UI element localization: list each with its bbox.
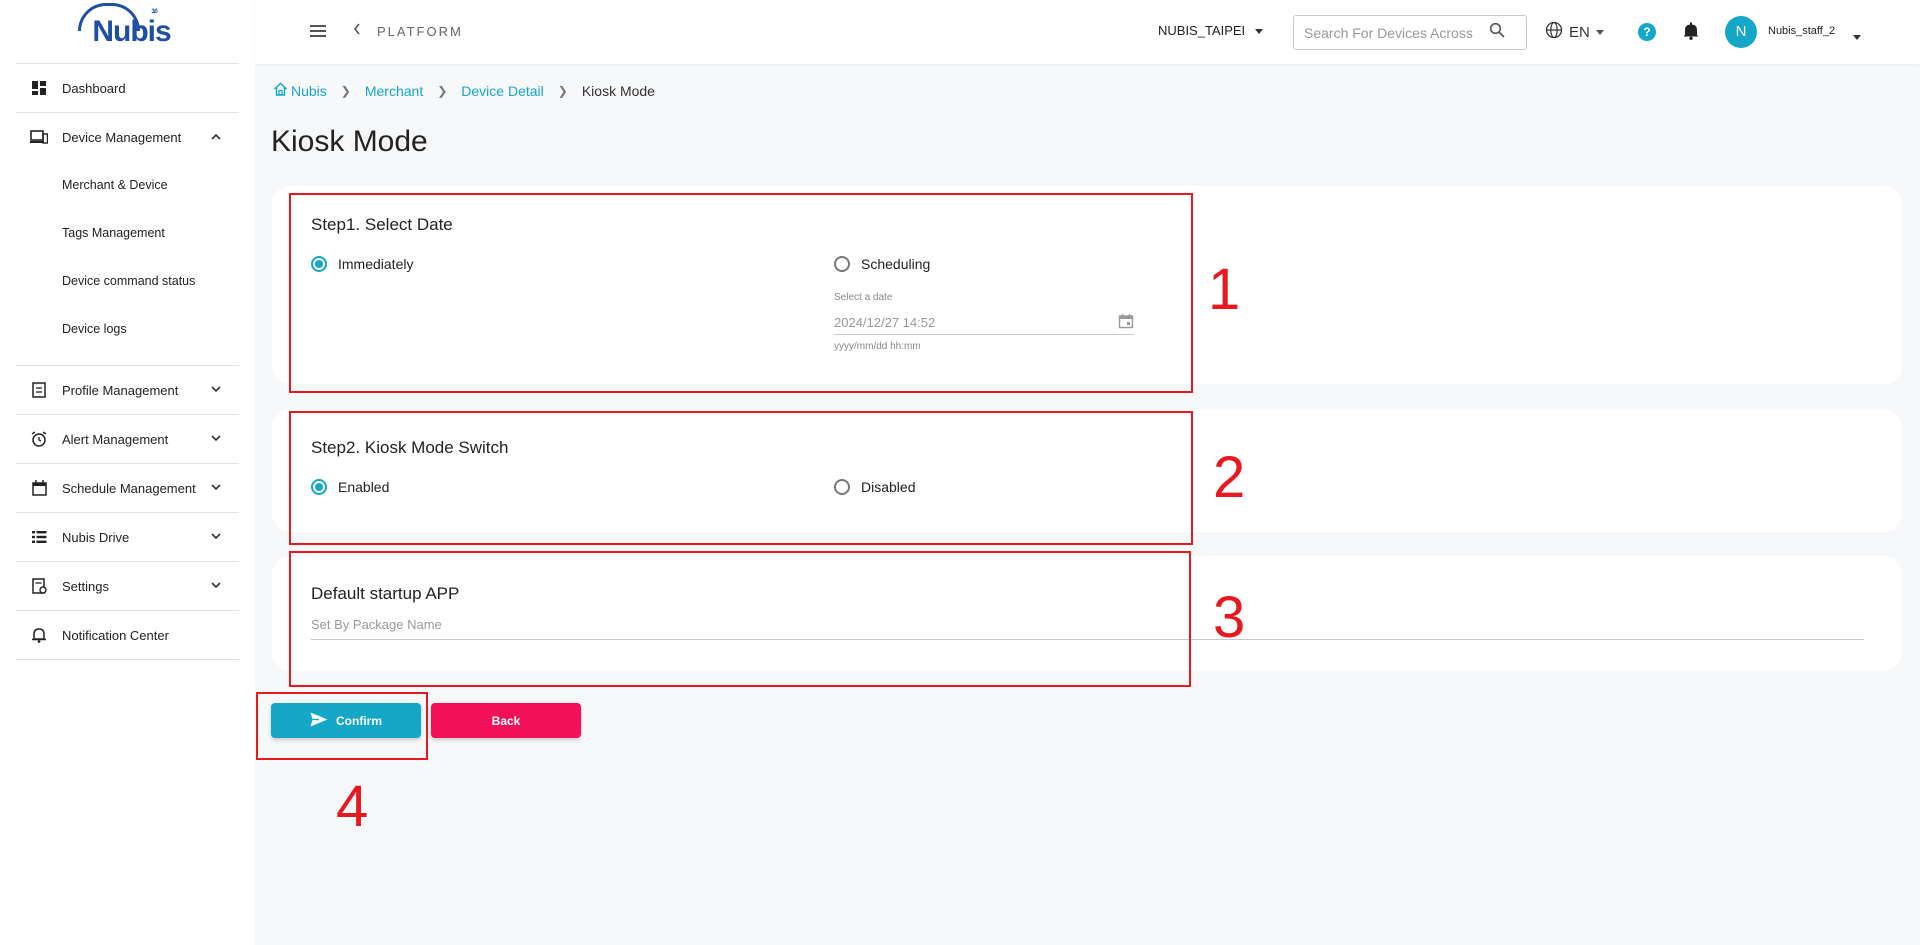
cloud-icon bbox=[78, 2, 141, 31]
sidebar-item-nubis-drive[interactable]: Nubis Drive bbox=[16, 513, 239, 561]
chevron-right-icon: ❯ bbox=[557, 83, 568, 98]
sidebar-item-device-management[interactable]: Device Management bbox=[16, 113, 239, 161]
sidebar-subitem-device-logs[interactable]: Device logs bbox=[16, 305, 239, 353]
annotation-box-2 bbox=[289, 411, 1193, 545]
sidebar-item-label: Nubis Drive bbox=[62, 529, 130, 545]
sidebar-item-profile-management[interactable]: Profile Management bbox=[16, 366, 239, 414]
org-select[interactable]: NUBIS_TAIPEI bbox=[1158, 23, 1264, 38]
chevron-down-icon[interactable] bbox=[211, 482, 221, 494]
caret-down-icon bbox=[1255, 29, 1264, 35]
back-label: Back bbox=[491, 713, 521, 728]
sidebar-item-alert-management[interactable]: Alert Management bbox=[16, 415, 239, 463]
calendar-icon bbox=[30, 479, 48, 497]
sidebar-item-settings[interactable]: Settings bbox=[16, 562, 239, 610]
chevron-down-icon[interactable] bbox=[211, 580, 221, 592]
chevron-right-icon: ❯ bbox=[437, 83, 448, 98]
breadcrumb-link-device-detail[interactable]: Device Detail bbox=[461, 83, 543, 99]
page-title: Kiosk Mode bbox=[271, 125, 428, 158]
annotation-box-1 bbox=[289, 193, 1193, 393]
settings-icon bbox=[30, 577, 48, 595]
sidebar-item-label: Device Management bbox=[62, 129, 182, 145]
username[interactable]: Nubis_staff_2 bbox=[1768, 25, 1835, 37]
devices-icon bbox=[30, 128, 48, 146]
help-icon[interactable]: ? bbox=[1638, 23, 1656, 41]
alarm-icon bbox=[30, 430, 48, 448]
avatar[interactable]: N bbox=[1725, 16, 1757, 48]
sidebar-subitem-tags-management[interactable]: Tags Management bbox=[16, 209, 239, 257]
list-icon bbox=[30, 528, 48, 546]
sidebar-item-label: Dashboard bbox=[62, 80, 126, 96]
annotation-box-4 bbox=[256, 692, 428, 760]
sidebar-subitem-device-command-status[interactable]: Device command status bbox=[16, 257, 239, 305]
search-box[interactable] bbox=[1293, 15, 1527, 50]
caret-down-icon[interactable] bbox=[1853, 29, 1861, 47]
search-input[interactable] bbox=[1304, 24, 1479, 41]
top-bar: PLATFORM NUBIS_TAIPEI EN ? N Nubis_staff… bbox=[255, 0, 1920, 64]
annotation-number-2: 2 bbox=[1213, 445, 1246, 510]
breadcrumb-link-merchant[interactable]: Merchant bbox=[365, 83, 423, 99]
logo[interactable]: Nubis 3.0 bbox=[16, 0, 239, 64]
sidebar-item-notification-center[interactable]: Notification Center bbox=[16, 611, 239, 659]
chevron-down-icon[interactable] bbox=[211, 384, 221, 396]
sidebar: Nubis 3.0 Dashboard Device Management Me… bbox=[0, 0, 255, 945]
profile-icon bbox=[30, 381, 48, 399]
sidebar-item-label: Notification Center bbox=[62, 627, 169, 643]
sidebar-item-label: Alert Management bbox=[62, 431, 169, 447]
sidebar-item-label: Profile Management bbox=[62, 382, 179, 398]
breadcrumb-current: Kiosk Mode bbox=[581, 82, 655, 99]
sidebar-item-dashboard[interactable]: Dashboard bbox=[16, 64, 239, 112]
chevron-up-icon[interactable] bbox=[211, 131, 221, 143]
sidebar-item-schedule-management[interactable]: Schedule Management bbox=[16, 464, 239, 512]
annotation-number-3: 3 bbox=[1213, 585, 1246, 650]
chevron-left-icon[interactable] bbox=[353, 22, 361, 38]
sidebar-item-label: Schedule Management bbox=[62, 480, 196, 496]
menu-icon[interactable] bbox=[310, 25, 326, 37]
sidebar-item-label: Settings bbox=[62, 578, 109, 594]
bell-icon[interactable] bbox=[1683, 22, 1699, 45]
back-button[interactable]: Back bbox=[431, 703, 581, 738]
breadcrumb-link-nubis[interactable]: Nubis bbox=[291, 83, 327, 99]
sidebar-nav: Dashboard Device Management Merchant & D… bbox=[16, 64, 239, 660]
annotation-number-4: 4 bbox=[336, 774, 369, 839]
logo-version: 3.0 bbox=[151, 8, 157, 15]
language-select[interactable]: EN bbox=[1545, 21, 1604, 43]
chevron-down-icon[interactable] bbox=[211, 531, 221, 543]
chevron-down-icon[interactable] bbox=[211, 433, 221, 445]
caret-down-icon bbox=[1595, 29, 1604, 35]
dashboard-icon bbox=[30, 79, 48, 97]
globe-icon bbox=[1545, 21, 1563, 43]
chevron-right-icon: ❯ bbox=[340, 83, 351, 98]
platform-label[interactable]: PLATFORM bbox=[377, 24, 463, 39]
home-icon[interactable] bbox=[273, 82, 288, 99]
bell-outline-icon bbox=[30, 626, 48, 644]
annotation-box-3 bbox=[289, 551, 1191, 687]
search-icon[interactable] bbox=[1489, 22, 1505, 43]
sidebar-subitem-merchant-device[interactable]: Merchant & Device bbox=[16, 161, 239, 209]
breadcrumb: Nubis ❯ Merchant ❯ Device Detail ❯ Kiosk… bbox=[273, 82, 655, 99]
language-value: EN bbox=[1569, 23, 1590, 41]
annotation-number-1: 1 bbox=[1208, 257, 1241, 322]
org-select-value: NUBIS_TAIPEI bbox=[1158, 23, 1246, 38]
